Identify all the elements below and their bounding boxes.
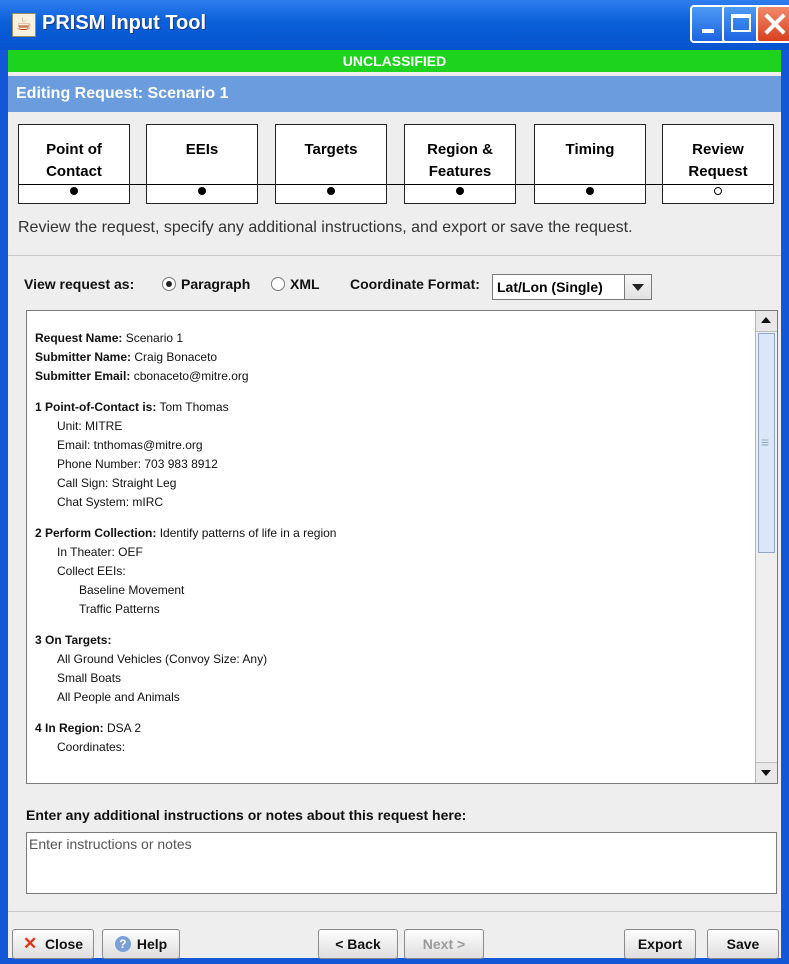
close-button-label: Close [44,936,84,952]
step-label-line2: Features [428,163,492,180]
targets-heading: 3 On Targets: [35,633,112,647]
region-heading: 4 In Region: [35,721,104,735]
step-complete-dot [327,187,335,195]
window-title: PRISM Input Tool [42,12,207,34]
poc-chat: Chat System: mIRC [57,495,164,509]
eei-item: Baseline Movement [79,583,185,597]
notes-textarea[interactable] [26,832,777,894]
step-complete-dot [456,187,464,195]
poc-phone: Phone Number: 703 983 8912 [57,457,218,471]
radio-paragraph-label[interactable]: Paragraph [181,276,250,292]
step-label-line1: Timing [565,141,615,158]
step-complete-dot [198,187,206,195]
submitter-email-value: cbonaceto@mitre.org [133,369,249,383]
collection-heading: 2 Perform Collection: [35,526,157,540]
notes-label: Enter any additional instructions or not… [26,807,467,823]
help-button[interactable]: ? Help [102,929,180,959]
back-button[interactable]: < Back [318,929,398,959]
submitter-name-value: Craig Bonaceto [134,350,218,364]
editing-title: Editing Request: Scenario 1 [8,76,781,112]
request-preview-text: Request Name: Scenario 1 Submitter Name:… [35,329,749,757]
close-button[interactable]: ✕ Close [12,929,94,959]
target-item: Small Boats [57,671,122,685]
close-x-icon: ✕ [22,934,38,953]
poc-email: Email: tnthomas@mitre.org [57,438,203,452]
coordinate-format-label: Coordinate Format: [350,276,480,292]
steps-connector-line [18,184,774,185]
step-complete-dot [586,187,594,195]
coordinate-format-select[interactable]: Lat/Lon (Single) [492,274,652,300]
region-name: DSA 2 [107,721,142,735]
wizard-steps: Point of Contact EEIs Targets Region & F… [18,124,774,204]
help-icon: ? [114,936,131,952]
submitter-email-label: Submitter Email: [35,369,131,383]
classification-banner: UNCLASSIFIED [8,50,781,72]
eei-item: Traffic Patterns [79,602,160,616]
region-coordinates-label: Coordinates: [57,740,126,754]
divider [8,255,781,256]
chevron-down-icon[interactable] [624,275,651,299]
next-button[interactable]: Next > [404,929,484,959]
step-label-line2: Contact [46,163,102,180]
save-button[interactable]: Save [707,929,779,959]
collection-eeis-label: Collect EEIs: [57,564,126,578]
scrollbar-thumb[interactable] [758,333,775,553]
divider [8,911,781,912]
help-button-label: Help [136,936,168,952]
step-label-line1: Point of [46,141,102,158]
scroll-down-arrow-icon[interactable] [756,762,777,783]
java-cup-icon: ☕ [12,13,36,37]
poc-unit: Unit: MITRE [57,419,123,433]
request-preview-pane[interactable]: Request Name: Scenario 1 Submitter Name:… [26,310,778,784]
request-name-label: Request Name: [35,331,123,345]
scroll-up-arrow-icon[interactable] [756,311,777,332]
step-region-features[interactable]: Region & Features [404,124,516,204]
step-instructions: Review the request, specify any addition… [18,219,633,236]
radio-xml-label[interactable]: XML [290,276,320,292]
step-timing[interactable]: Timing [534,124,646,204]
step-targets[interactable]: Targets [275,124,387,204]
export-button[interactable]: Export [624,929,696,959]
export-button-label: Export [637,936,683,952]
save-button-label: Save [726,936,760,952]
submitter-name-label: Submitter Name: [35,350,132,364]
back-button-label: < Back [335,936,381,952]
step-label-line1: Targets [304,141,358,158]
step-label-line1: Review [692,141,744,158]
poc-name: Tom Thomas [159,400,229,414]
collection-theater: In Theater: OEF [57,545,143,559]
poc-callsign: Call Sign: Straight Leg [57,476,177,490]
request-name-value: Scenario 1 [125,331,184,345]
vertical-scrollbar[interactable] [755,311,777,783]
radio-xml[interactable] [271,277,285,291]
target-item: All People and Animals [57,690,180,704]
collection-text: Identify patterns of life in a region [159,526,337,540]
close-window-button[interactable] [756,5,789,43]
next-button-label: Next > [422,936,466,952]
view-as-label: View request as: [24,276,135,292]
coordinate-format-value: Lat/Lon (Single) [497,279,603,295]
step-label-line1: Region & [427,141,493,158]
target-item: All Ground Vehicles (Convoy Size: Any) [57,652,268,666]
step-label-line1: EEIs [185,141,219,158]
step-review-request[interactable]: Review Request [662,124,774,204]
radio-paragraph[interactable] [162,277,176,291]
step-complete-dot [70,187,78,195]
step-current-dot [714,187,722,195]
step-eeis[interactable]: EEIs [146,124,258,204]
title-bar[interactable]: ☕ PRISM Input Tool [0,0,789,50]
poc-heading: 1 Point-of-Contact is: [35,400,157,414]
step-point-of-contact[interactable]: Point of Contact [18,124,130,204]
step-label-line2: Request [688,163,748,180]
